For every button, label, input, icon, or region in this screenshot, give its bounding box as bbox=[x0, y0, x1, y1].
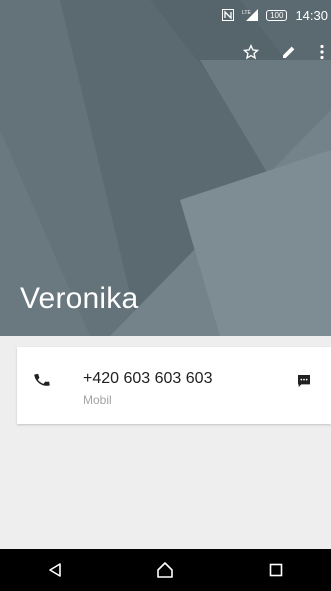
phone-type-label: Mobil bbox=[83, 393, 112, 407]
phone-number: +420 603 603 603 bbox=[83, 370, 213, 387]
contact-name: Veronika bbox=[20, 282, 139, 315]
recents-icon[interactable] bbox=[256, 550, 296, 590]
nfc-icon bbox=[222, 9, 235, 21]
contact-toolbar bbox=[243, 38, 331, 66]
star-icon[interactable] bbox=[243, 44, 259, 60]
back-icon[interactable] bbox=[35, 550, 75, 590]
more-vert-icon[interactable] bbox=[319, 44, 325, 60]
edit-pencil-icon[interactable] bbox=[281, 44, 297, 60]
battery-icon: 100 bbox=[266, 9, 288, 21]
battery-level: 100 bbox=[270, 10, 284, 20]
phone-icon[interactable] bbox=[33, 371, 51, 394]
status-bar: LTE 100 14:30 bbox=[0, 0, 331, 30]
contact-header: LTE 100 14:30 Veronika bbox=[0, 0, 331, 336]
home-icon[interactable] bbox=[145, 550, 185, 590]
sms-icon[interactable] bbox=[296, 373, 312, 394]
phone-entry-card[interactable]: +420 603 603 603 Mobil bbox=[17, 347, 331, 424]
navigation-bar bbox=[0, 549, 331, 591]
status-time: 14:30 bbox=[295, 7, 328, 23]
svg-text:LTE: LTE bbox=[242, 10, 251, 16]
signal-icon: LTE bbox=[242, 9, 259, 21]
